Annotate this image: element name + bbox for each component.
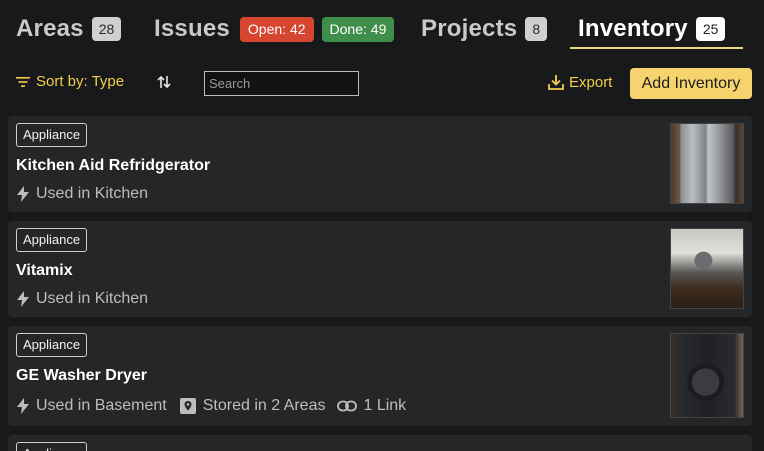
lightning-icon: [17, 398, 29, 414]
tab-inventory-label: Inventory: [578, 15, 688, 42]
export-button[interactable]: Export: [547, 73, 612, 91]
link-icon: [337, 400, 358, 412]
active-tab-indicator: [570, 47, 743, 49]
used-in: Used in Kitchen: [16, 290, 148, 308]
item-meta: Used in Basement Stored in 2 Areas 1 Lin…: [16, 397, 418, 415]
tab-projects[interactable]: Projects 8: [421, 9, 548, 49]
export-label: Export: [569, 73, 613, 91]
projects-count-badge: 8: [525, 17, 548, 41]
item-name[interactable]: Vitamix: [16, 262, 73, 280]
used-in: Used in Kitchen: [16, 185, 148, 203]
type-tag: Appliance: [16, 228, 88, 252]
used-in-label: Used in Basement: [36, 397, 167, 414]
inventory-card[interactable]: Appliance: [8, 435, 752, 451]
sort-label: Sort by: Type: [36, 73, 125, 90]
swap-vertical-icon: [157, 75, 171, 89]
inventory-card[interactable]: Appliance GE Washer Dryer Used in Baseme…: [8, 326, 752, 426]
washer-dryer-thumbnail[interactable]: [670, 333, 744, 418]
links[interactable]: 1 Link: [337, 397, 406, 415]
inventory-count-badge: 25: [695, 17, 726, 41]
used-in: Used in Basement: [16, 397, 167, 415]
refrigerator-thumbnail[interactable]: [670, 123, 744, 204]
used-in-label: Used in Kitchen: [36, 290, 149, 307]
blender-thumbnail[interactable]: [670, 228, 744, 309]
item-meta: Used in Kitchen: [16, 290, 160, 308]
item-name[interactable]: GE Washer Dryer: [16, 367, 147, 385]
search-input[interactable]: [204, 71, 359, 96]
tab-issues[interactable]: Issues Open: 42 Done: 49: [154, 9, 395, 49]
map-pin-icon: [179, 398, 196, 414]
sort-order-toggle[interactable]: [156, 74, 172, 95]
type-tag: Appliance: [16, 442, 88, 451]
add-inventory-button[interactable]: Add Inventory: [630, 68, 752, 99]
tab-projects-label: Projects: [421, 15, 518, 42]
sort-button[interactable]: Sort by: Type: [16, 73, 124, 90]
issues-open-badge: Open: 42: [239, 16, 314, 42]
inventory-toolbar: Sort by: Type Export Add Inventory: [0, 63, 764, 103]
used-in-label: Used in Kitchen: [36, 185, 149, 202]
tab-inventory[interactable]: Inventory 25: [578, 9, 726, 49]
tab-areas[interactable]: Areas 28: [16, 9, 122, 49]
inventory-card[interactable]: Appliance Kitchen Aid Refridgerator Used…: [8, 116, 752, 212]
stored-in[interactable]: Stored in 2 Areas: [179, 397, 326, 415]
links-label: 1 Link: [363, 397, 407, 414]
item-meta: Used in Kitchen: [16, 185, 160, 203]
areas-count-badge: 28: [91, 17, 122, 41]
tab-issues-label: Issues: [154, 15, 230, 42]
type-tag: Appliance: [16, 123, 88, 147]
stored-in-label: Stored in 2 Areas: [202, 397, 326, 414]
issues-done-badge: Done: 49: [321, 16, 395, 42]
type-tag: Appliance: [16, 333, 88, 357]
inventory-card[interactable]: Appliance Vitamix Used in Kitchen: [8, 221, 752, 317]
download-icon: [548, 75, 564, 90]
item-name[interactable]: Kitchen Aid Refridgerator: [16, 157, 210, 175]
section-tabs: Areas 28 Issues Open: 42 Done: 49 Projec…: [0, 0, 764, 52]
lightning-icon: [17, 291, 29, 307]
tab-areas-label: Areas: [16, 15, 84, 42]
filter-lines-icon: [16, 76, 30, 87]
lightning-icon: [17, 186, 29, 202]
